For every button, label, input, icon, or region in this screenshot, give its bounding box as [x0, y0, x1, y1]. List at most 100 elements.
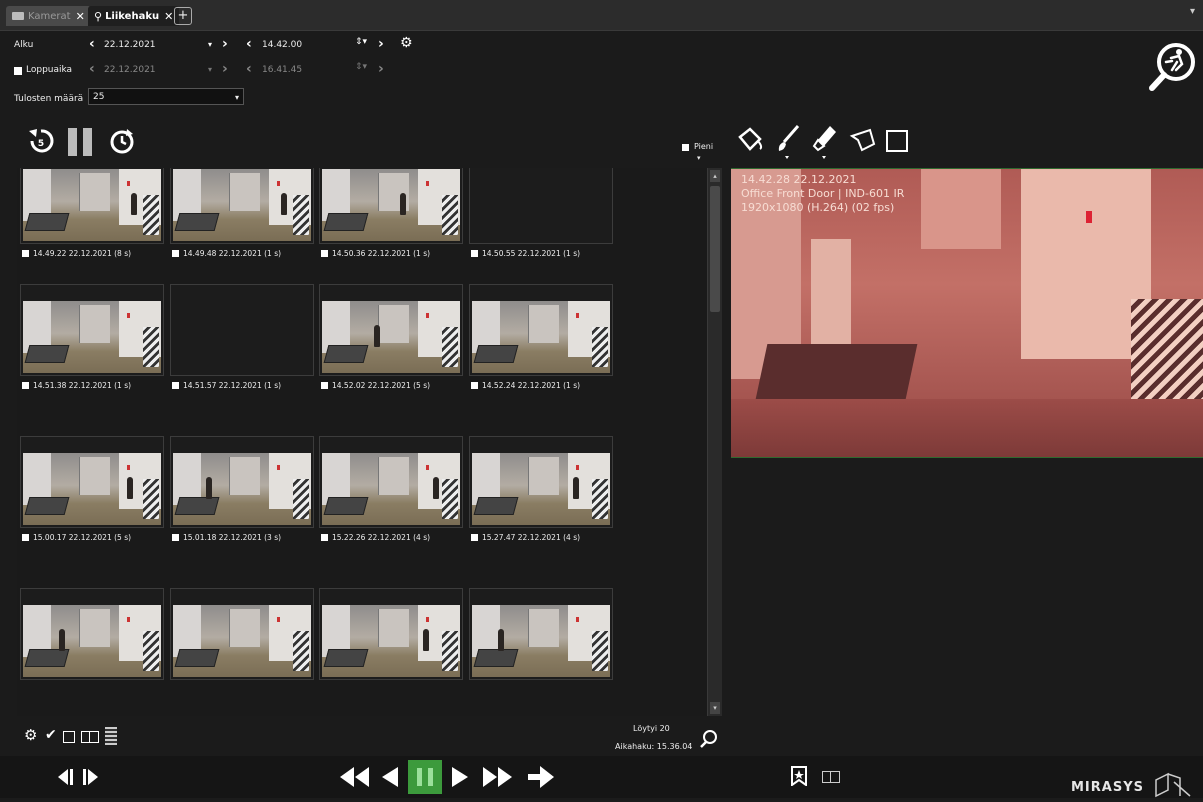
fast-forward-icon[interactable]	[480, 764, 514, 790]
time-refresh-icon[interactable]	[109, 128, 135, 154]
bookmark-icon[interactable]	[790, 766, 808, 787]
play-backward-icon[interactable]	[378, 764, 400, 790]
end-date-prev-button[interactable]: ‹	[89, 61, 95, 77]
time-stepper-icon[interactable]: ⇕▾	[355, 62, 367, 72]
grid-layout-icon[interactable]	[81, 731, 99, 743]
result-thumbnail[interactable]	[469, 284, 613, 376]
chevron-down-icon[interactable]: ▾	[697, 154, 701, 162]
result-thumbnail[interactable]	[170, 436, 314, 528]
pause-icon[interactable]	[68, 128, 94, 156]
result-item[interactable]: 15.27.47 22.12.2021 (4 s)	[469, 436, 613, 571]
result-item[interactable]: 14.51.38 22.12.2021 (1 s)	[20, 284, 164, 419]
result-checkbox[interactable]	[471, 382, 478, 389]
results-scrollbar[interactable]: ▴ ▾	[707, 168, 722, 716]
result-item[interactable]: 15.00.17 22.12.2021 (5 s)	[20, 436, 164, 571]
start-time-field[interactable]: 14.42.00	[262, 40, 302, 50]
result-thumbnail[interactable]	[170, 168, 314, 244]
result-thumbnail[interactable]	[20, 588, 164, 680]
result-checkbox[interactable]	[172, 250, 179, 257]
rewind-5-seconds-icon[interactable]: 5	[28, 127, 54, 155]
start-date-prev-button[interactable]: ‹	[89, 36, 95, 52]
result-item[interactable]: 14.52.24 22.12.2021 (1 s)	[469, 284, 613, 419]
gear-icon[interactable]: ⚙	[24, 726, 37, 744]
date-dropdown-icon[interactable]: ▾	[208, 65, 212, 74]
date-dropdown-icon[interactable]: ▾	[208, 40, 212, 49]
result-checkbox[interactable]	[172, 534, 179, 541]
brush-icon[interactable]	[776, 124, 802, 160]
scroll-thumb[interactable]	[710, 186, 720, 312]
result-thumbnail[interactable]	[170, 588, 314, 680]
gear-icon[interactable]: ⚙	[400, 35, 413, 51]
result-thumbnail[interactable]	[469, 436, 613, 528]
result-thumbnail[interactable]	[319, 168, 463, 244]
close-tab-icon[interactable]: ✕	[76, 10, 85, 23]
small-view-checkbox[interactable]	[682, 144, 689, 151]
polygon-tool-icon[interactable]	[848, 126, 878, 154]
scroll-up-button[interactable]: ▴	[710, 170, 720, 182]
result-checkbox[interactable]	[22, 382, 29, 389]
search-icon[interactable]	[698, 728, 720, 750]
eraser-icon[interactable]	[812, 124, 838, 160]
end-time-next-button[interactable]: ›	[378, 61, 384, 77]
tab-liikehaku[interactable]: ⚲ Liikehaku ✕	[88, 6, 180, 26]
end-date-field[interactable]: 22.12.2021	[104, 65, 156, 75]
start-date-next-button[interactable]: ›	[222, 36, 228, 52]
select-all-icon[interactable]: ✔	[45, 727, 57, 743]
result-item[interactable]: 15.01.18 22.12.2021 (3 s)	[170, 436, 314, 571]
go-to-live-icon[interactable]	[526, 764, 556, 790]
result-checkbox[interactable]	[471, 250, 478, 257]
start-date-field[interactable]: 22.12.2021	[104, 40, 156, 50]
result-item[interactable]: 14.50.55 22.12.2021 (1 s)	[469, 168, 613, 287]
close-tab-icon[interactable]: ✕	[164, 10, 173, 23]
result-item[interactable]	[20, 588, 164, 716]
play-forward-icon[interactable]	[450, 764, 472, 790]
result-thumbnail[interactable]	[170, 284, 314, 376]
start-time-next-button[interactable]: ›	[378, 36, 384, 52]
layout-icon[interactable]	[822, 771, 840, 783]
result-thumbnail[interactable]	[469, 588, 613, 680]
fast-rewind-icon[interactable]	[338, 764, 372, 790]
rectangle-tool-icon[interactable]	[886, 130, 908, 152]
result-thumbnail[interactable]	[20, 284, 164, 376]
result-checkbox[interactable]	[321, 250, 328, 257]
end-time-prev-button[interactable]: ‹	[246, 61, 252, 77]
result-checkbox[interactable]	[321, 382, 328, 389]
result-thumbnail[interactable]	[319, 588, 463, 680]
result-item[interactable]	[170, 588, 314, 716]
end-date-next-button[interactable]: ›	[222, 61, 228, 77]
video-preview[interactable]: 14.42.28 22.12.2021 Office Front Door | …	[731, 168, 1203, 458]
pause-button[interactable]	[408, 760, 442, 794]
result-item[interactable]: 15.22.26 22.12.2021 (4 s)	[319, 436, 463, 571]
motion-search-icon[interactable]	[1146, 40, 1198, 92]
chevron-down-icon[interactable]: ▾	[1190, 6, 1195, 17]
step-back-forward-icon[interactable]	[56, 765, 106, 789]
result-checkbox[interactable]	[22, 250, 29, 257]
result-thumbnail[interactable]	[20, 168, 164, 244]
result-item[interactable]: 14.51.57 22.12.2021 (1 s)	[170, 284, 314, 419]
result-item[interactable]: 14.49.48 22.12.2021 (1 s)	[170, 168, 314, 287]
time-stepper-icon[interactable]: ⇕▾	[355, 37, 367, 47]
fill-bucket-icon[interactable]	[736, 125, 766, 153]
result-checkbox[interactable]	[172, 382, 179, 389]
end-time-field[interactable]: 16.41.45	[262, 65, 302, 75]
tab-kamerat[interactable]: Kamerat ✕	[6, 6, 91, 26]
result-item[interactable]: 14.52.02 22.12.2021 (5 s)	[319, 284, 463, 419]
end-time-checkbox[interactable]	[14, 67, 22, 75]
result-thumbnail[interactable]	[20, 436, 164, 528]
result-item[interactable]: 14.49.22 22.12.2021 (8 s)	[20, 168, 164, 287]
result-thumbnail[interactable]	[319, 284, 463, 376]
result-checkbox[interactable]	[321, 534, 328, 541]
start-time-prev-button[interactable]: ‹	[246, 36, 252, 52]
result-count-select[interactable]: 25 ▾	[88, 88, 244, 105]
result-item[interactable]	[319, 588, 463, 716]
result-thumbnail[interactable]	[469, 168, 613, 244]
result-item[interactable]: 14.50.36 22.12.2021 (1 s)	[319, 168, 463, 287]
result-checkbox[interactable]	[471, 534, 478, 541]
result-thumbnail[interactable]	[319, 436, 463, 528]
result-checkbox[interactable]	[22, 534, 29, 541]
result-item[interactable]	[469, 588, 613, 716]
add-tab-button[interactable]: +	[174, 7, 192, 25]
deselect-all-icon[interactable]	[63, 731, 75, 743]
scroll-down-button[interactable]: ▾	[710, 702, 720, 714]
filmstrip-icon[interactable]	[105, 727, 117, 745]
